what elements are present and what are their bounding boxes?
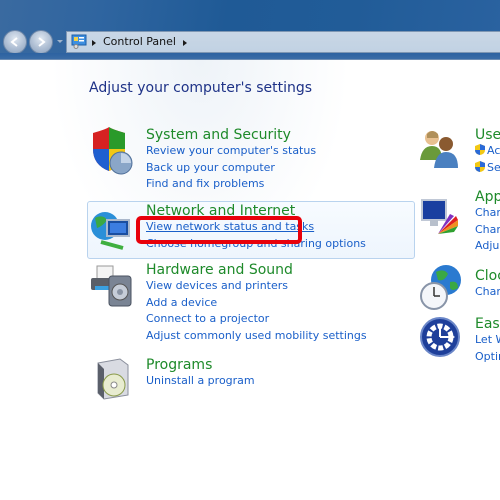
link-back-up[interactable]: Back up your computer [146, 160, 316, 177]
link-clock-1[interactable]: Char [475, 284, 500, 301]
arrow-left-icon [10, 37, 18, 47]
breadcrumb-separator-icon[interactable] [92, 40, 96, 46]
forward-button[interactable] [29, 30, 53, 54]
category-title[interactable]: Use [475, 127, 500, 143]
link-text: Se [487, 160, 500, 174]
category-hardware-and-sound: Hardware and Sound View devices and prin… [146, 262, 367, 344]
category-appearance: App Char Char Adju [475, 189, 500, 255]
recent-pages-dropdown[interactable] [57, 40, 63, 43]
category-clock-language-region: Cloc Char [475, 268, 500, 301]
annotation-highlight-box [136, 216, 302, 244]
arrow-right-icon [38, 37, 46, 47]
control-panel-icon [71, 34, 87, 49]
category-title[interactable]: Cloc [475, 268, 500, 284]
link-find-fix-problems[interactable]: Find and fix problems [146, 176, 316, 193]
category-title[interactable]: Programs [146, 357, 255, 373]
appearance-monitor-icon [421, 199, 458, 234]
link-user-accounts-1[interactable]: Ac [475, 143, 500, 160]
printer-speaker-icon [91, 265, 132, 307]
programs-box-icon [97, 358, 129, 400]
uac-shield-icon [475, 144, 485, 155]
link-ease-1[interactable]: Let W [475, 332, 500, 349]
window-titlebar: Control Panel [0, 0, 500, 60]
address-bar[interactable]: Control Panel [66, 31, 500, 53]
clock-globe-icon [420, 265, 461, 310]
category-title[interactable]: Ease [475, 316, 500, 332]
link-text: Ac [487, 144, 500, 157]
link-add-device[interactable]: Add a device [146, 295, 367, 312]
breadcrumb-expand-icon[interactable] [183, 40, 187, 46]
category-title[interactable]: Hardware and Sound [146, 262, 367, 278]
shield-icon [93, 127, 133, 175]
category-programs: Programs Uninstall a program [146, 357, 255, 390]
link-appearance-3[interactable]: Adju [475, 238, 500, 255]
back-button[interactable] [3, 30, 27, 54]
users-icon [420, 131, 458, 168]
link-appearance-2[interactable]: Char [475, 222, 500, 239]
uac-shield-icon [475, 160, 485, 172]
link-devices-printers[interactable]: View devices and printers [146, 278, 367, 295]
link-uninstall-program[interactable]: Uninstall a program [146, 373, 255, 390]
breadcrumb-control-panel[interactable]: Control Panel [103, 35, 176, 48]
link-ease-2[interactable]: Optir [475, 349, 500, 366]
link-user-accounts-2[interactable]: Se [475, 160, 500, 177]
category-ease-of-access: Ease Let W Optir [475, 316, 500, 365]
ease-of-access-icon [420, 317, 460, 357]
link-connect-projector[interactable]: Connect to a projector [146, 311, 367, 328]
link-appearance-1[interactable]: Char [475, 205, 500, 222]
category-system-and-security: System and Security Review your computer… [146, 127, 316, 193]
category-title[interactable]: System and Security [146, 127, 316, 143]
page-title: Adjust your computer's settings [89, 80, 313, 96]
category-user-accounts: Use Ac Se [475, 127, 500, 176]
network-globe-icon [91, 212, 130, 250]
toolbar-strip [0, 53, 500, 60]
link-review-status[interactable]: Review your computer's status [146, 143, 316, 160]
category-title[interactable]: App [475, 189, 500, 205]
link-mobility-settings[interactable]: Adjust commonly used mobility settings [146, 328, 367, 345]
